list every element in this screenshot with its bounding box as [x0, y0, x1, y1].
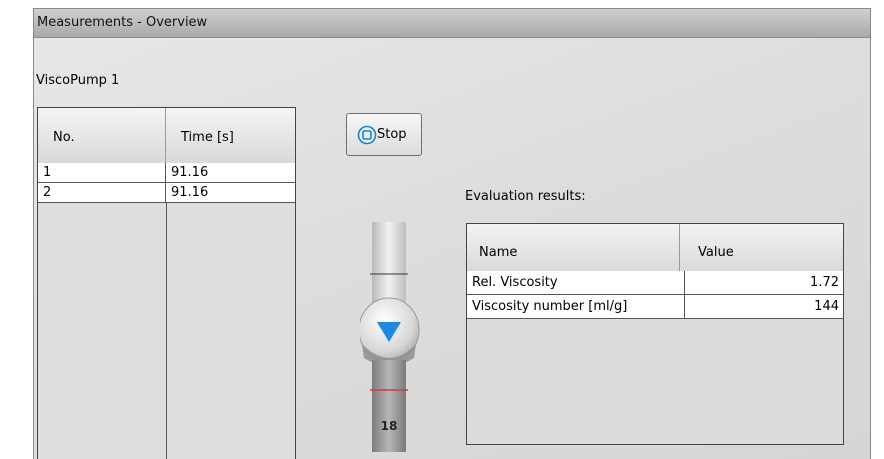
column-header-no[interactable]: No.	[38, 108, 166, 163]
table-row[interactable]: 1 91.16	[38, 163, 295, 183]
evaluation-results-label: Evaluation results:	[465, 189, 586, 204]
pump-counter: 18	[381, 419, 398, 433]
table-row[interactable]: Rel. Viscosity 1.72	[467, 271, 843, 295]
column-header-label: Time [s]	[181, 130, 234, 145]
stop-button[interactable]: Stop	[346, 113, 422, 156]
cell-text: 91.16	[171, 185, 209, 200]
evaluation-table: Name Value Rel. Viscosity 1.72 Viscosity…	[466, 223, 844, 445]
cell-no: 1	[38, 163, 166, 182]
table-row[interactable]: Viscosity number [ml/g] 144	[467, 295, 843, 319]
visco-pump-graphic: 18	[360, 222, 420, 452]
cell-text: 1	[43, 165, 52, 180]
table-row[interactable]: 2 91.16	[38, 183, 295, 203]
cell-time: 91.16	[166, 183, 295, 202]
column-header-name[interactable]: Name	[467, 224, 680, 271]
panel-header: Measurements - Overview	[34, 9, 870, 38]
cell-value: 1.72	[685, 271, 843, 294]
cell-name: Viscosity number [ml/g]	[467, 295, 685, 318]
cell-text: Viscosity number [ml/g]	[472, 299, 628, 314]
cell-text: 1.72	[810, 275, 839, 290]
column-header-value[interactable]: Value	[680, 224, 843, 271]
device-name-label: ViscoPump 1	[36, 73, 120, 88]
measurements-table: No. Time [s] 1 91.16 2 91.16	[37, 107, 296, 459]
cell-text: 2	[43, 185, 52, 200]
column-divider	[166, 203, 167, 459]
cell-text: Rel. Viscosity	[472, 275, 558, 290]
stop-button-label: Stop	[377, 127, 407, 142]
column-header-label: No.	[53, 130, 75, 145]
stop-icon	[357, 125, 377, 145]
cell-value: 144	[685, 295, 843, 318]
panel-title: Measurements - Overview	[37, 15, 208, 30]
cell-text: 91.16	[171, 165, 209, 180]
cell-time: 91.16	[166, 163, 295, 182]
column-header-label: Name	[479, 245, 518, 260]
cell-name: Rel. Viscosity	[467, 271, 685, 294]
cell-no: 2	[38, 183, 166, 202]
table-header-row: Name Value	[467, 224, 843, 272]
column-header-label: Value	[698, 245, 734, 260]
cell-text: 144	[814, 299, 839, 314]
column-header-time[interactable]: Time [s]	[166, 108, 293, 163]
table-header-row: No. Time [s]	[38, 108, 295, 164]
